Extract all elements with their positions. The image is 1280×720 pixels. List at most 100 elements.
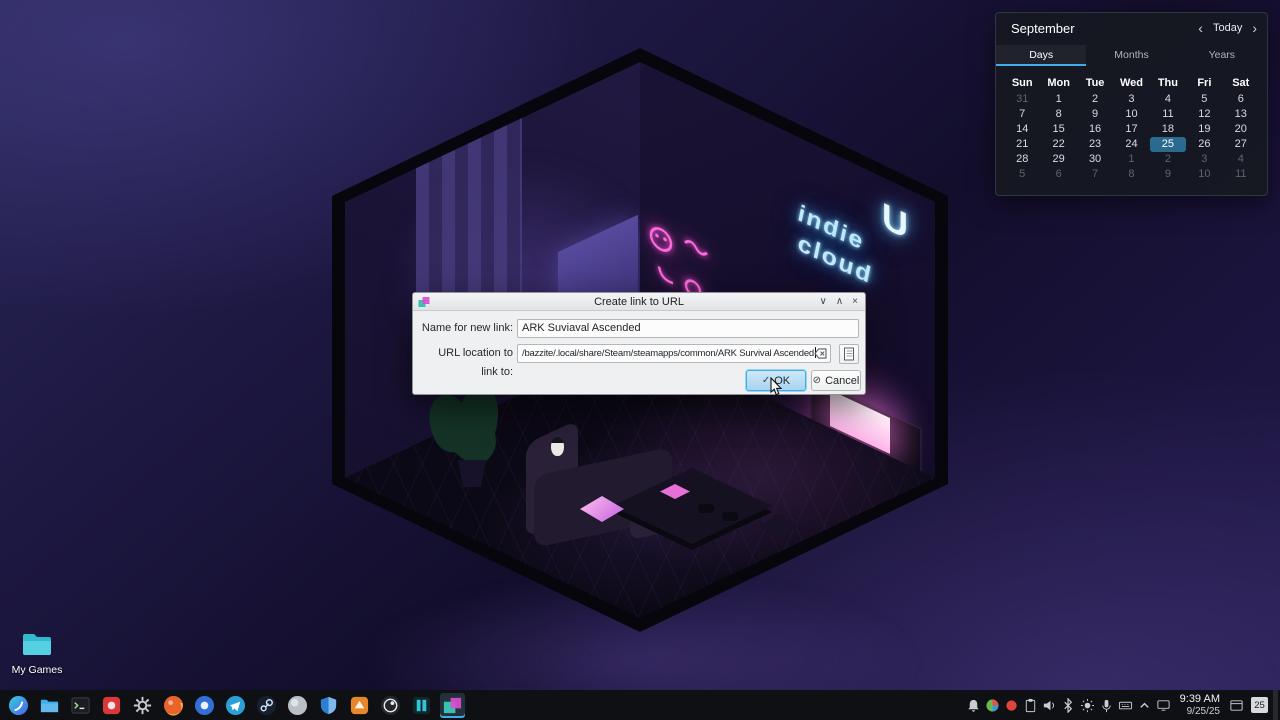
calendar-day[interactable]: 22	[1040, 137, 1076, 152]
calendar-weekday: Mon	[1047, 77, 1070, 89]
calendar-day[interactable]: 9	[1150, 167, 1186, 182]
brightness-icon[interactable]	[1078, 693, 1097, 717]
calendar-day[interactable]: 23	[1077, 137, 1113, 152]
name-input[interactable]: ARK Suviaval Ascended	[517, 319, 859, 338]
calendar-day[interactable]: 16	[1077, 122, 1113, 137]
clock-date: 9/25/25	[1186, 705, 1220, 717]
taskbar-app-shield[interactable]	[316, 693, 341, 718]
calendar-today-button[interactable]: Today	[1213, 22, 1242, 34]
taskbar-app-settings[interactable]	[130, 693, 155, 718]
taskbar-app-firefox[interactable]	[161, 693, 186, 718]
close-icon[interactable]: ×	[852, 293, 858, 311]
microphone-icon[interactable]	[1097, 693, 1116, 717]
calendar-day[interactable]: 29	[1040, 152, 1076, 167]
calendar-weekday: Sat	[1232, 77, 1250, 89]
calendar-day[interactable]: 21	[1004, 137, 1040, 152]
calendar-day[interactable]: 5	[1186, 92, 1222, 107]
calendar-day[interactable]: 12	[1186, 107, 1222, 122]
calendar-prev-icon[interactable]: ‹	[1198, 20, 1203, 36]
clear-text-icon[interactable]	[812, 346, 828, 361]
panel-icon[interactable]	[1227, 693, 1246, 717]
taskbar-app-messenger[interactable]	[223, 693, 248, 718]
calendar-day-selected[interactable]: 25	[1149, 137, 1187, 152]
calendar-day[interactable]: 3	[1186, 152, 1222, 167]
calendar-weekday: Sun	[1011, 77, 1033, 89]
cancel-button[interactable]: ⊘ Cancel	[811, 370, 861, 391]
calendar-day[interactable]: 17	[1113, 122, 1149, 137]
calendar-day[interactable]: 27	[1223, 137, 1259, 152]
tray-expand-icon[interactable]	[1135, 693, 1154, 717]
keyboard-icon[interactable]	[1116, 693, 1135, 717]
calendar-day[interactable]: 6	[1040, 167, 1076, 182]
calendar-day[interactable]: 15	[1040, 122, 1076, 137]
calendar-day[interactable]: 8	[1040, 107, 1076, 122]
calendar-day[interactable]: 7	[1004, 107, 1040, 122]
calendar-day[interactable]: 5	[1004, 167, 1040, 182]
calendar-day[interactable]: 31	[1004, 92, 1040, 107]
calendar-day[interactable]: 30	[1077, 152, 1113, 167]
calendar-day[interactable]: 19	[1186, 122, 1222, 137]
calendar-day[interactable]: 4	[1150, 92, 1186, 107]
taskbar-app-teal[interactable]	[409, 693, 434, 718]
controller	[722, 512, 738, 521]
calendar-day[interactable]: 2	[1077, 92, 1113, 107]
system-tray	[964, 693, 1173, 717]
calendar-day[interactable]: 2	[1150, 152, 1186, 167]
show-desktop-strip[interactable]	[1273, 690, 1278, 720]
desktop-icon-my-games[interactable]: My Games	[4, 632, 70, 676]
calendar-tab-months[interactable]: Months	[1086, 45, 1176, 66]
bluetooth-icon[interactable]	[1059, 693, 1078, 717]
taskbar-app-blue[interactable]	[192, 693, 217, 718]
display-icon[interactable]	[1154, 693, 1173, 717]
calendar-day[interactable]: 7	[1077, 167, 1113, 182]
calendar-day[interactable]: 18	[1150, 122, 1186, 137]
calendar-day[interactable]: 14	[1004, 122, 1040, 137]
taskbar-task-create-link[interactable]	[440, 692, 465, 718]
taskbar-app-orange[interactable]	[347, 693, 372, 718]
calendar-tab-days[interactable]: Days	[996, 45, 1087, 66]
taskbar-app-steam[interactable]	[254, 693, 279, 718]
volume-icon[interactable]	[1040, 693, 1059, 717]
dialog-title: Create link to URL	[594, 295, 684, 308]
color-wheel-icon[interactable]	[983, 693, 1002, 717]
url-input[interactable]: /bazzite/.local/share/Steam/steamapps/co…	[517, 344, 831, 363]
calendar-tab-years[interactable]: Years	[1177, 45, 1267, 66]
penguin-figure	[551, 437, 564, 456]
file-icon	[844, 347, 854, 361]
day-badge[interactable]: 25	[1251, 697, 1268, 713]
dialog-titlebar[interactable]: Create link to URL ∨ ∧ ×	[413, 293, 865, 311]
calendar-day[interactable]: 28	[1004, 152, 1040, 167]
calendar-day[interactable]: 9	[1077, 107, 1113, 122]
calendar-day[interactable]: 24	[1113, 137, 1149, 152]
taskbar-app-obs[interactable]	[378, 693, 403, 718]
taskbar-app-files[interactable]	[37, 693, 62, 718]
taskbar-app-terminal[interactable]	[68, 693, 93, 718]
calendar-day[interactable]: 8	[1113, 167, 1149, 182]
calendar-day[interactable]: 3	[1113, 92, 1149, 107]
clipboard-icon[interactable]	[1021, 693, 1040, 717]
calendar-day[interactable]: 1	[1113, 152, 1149, 167]
calendar-day[interactable]: 13	[1223, 107, 1259, 122]
taskbar: 9:39 AM 9/25/25 25	[0, 690, 1280, 720]
calendar-day[interactable]: 10	[1113, 107, 1149, 122]
browse-file-button[interactable]	[839, 344, 859, 364]
record-icon[interactable]	[1002, 693, 1021, 717]
taskbar-app-sphere[interactable]	[285, 693, 310, 718]
calendar-day[interactable]: 26	[1186, 137, 1222, 152]
taskbar-apps	[0, 692, 465, 718]
calendar-day[interactable]: 10	[1186, 167, 1222, 182]
calendar-day[interactable]: 11	[1150, 107, 1186, 122]
calendar-day[interactable]: 11	[1223, 167, 1259, 182]
calendar-day[interactable]: 1	[1040, 92, 1076, 107]
maximize-icon[interactable]: ∧	[836, 293, 843, 311]
taskbar-app-red[interactable]	[99, 693, 124, 718]
notifications-icon[interactable]	[964, 693, 983, 717]
calendar-month-title: September	[1011, 21, 1075, 36]
calendar-day[interactable]: 4	[1223, 152, 1259, 167]
minimize-icon[interactable]: ∨	[820, 293, 827, 311]
calendar-day[interactable]: 6	[1223, 92, 1259, 107]
taskbar-clock[interactable]: 9:39 AM 9/25/25	[1174, 693, 1226, 717]
calendar-next-icon[interactable]: ›	[1252, 20, 1257, 36]
taskbar-app-launcher[interactable]	[6, 693, 31, 718]
calendar-day[interactable]: 20	[1223, 122, 1259, 137]
